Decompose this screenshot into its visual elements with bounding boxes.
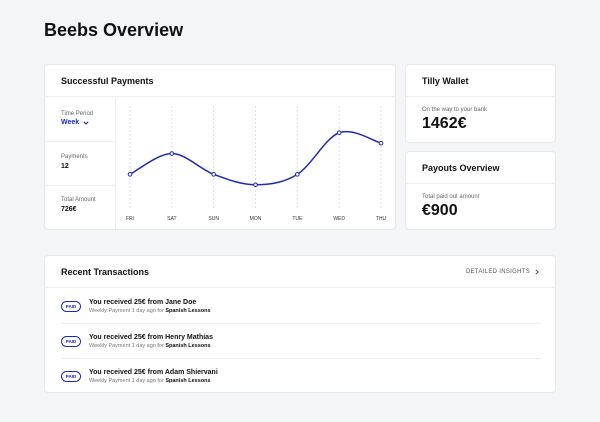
chevron-down-icon [83, 120, 89, 125]
time-period-value: Week [61, 119, 80, 126]
detailed-insights-link[interactable]: DETAILED INSIGHTS [466, 269, 539, 275]
transaction-title: You received 25€ from Adam Shiervani [89, 368, 218, 376]
course-name: Spanish Lessons [165, 377, 211, 384]
time-period-dropdown[interactable]: Week [61, 119, 115, 126]
wallet-card-title: Tilly Wallet [406, 65, 555, 97]
divider [45, 141, 115, 142]
detailed-insights-label: DETAILED INSIGHTS [466, 268, 530, 275]
transaction-row[interactable]: PAID You received 25€ from Adam Shiervan… [61, 359, 541, 393]
x-tick-label: WED [333, 216, 345, 222]
divider [45, 185, 115, 186]
transactions-card-title: Recent Transactions [61, 266, 150, 277]
time-period-selector[interactable]: Time Period Week [45, 111, 115, 126]
payouts-label: Total paid out amount [422, 194, 480, 200]
transaction-title: You received 25€ from Jane Doe [89, 298, 197, 306]
chart-point [169, 151, 175, 156]
paid-badge: PAID [61, 335, 81, 347]
payouts-card-title: Payouts Overview [406, 152, 555, 184]
chart-point [336, 130, 342, 136]
payments-card: Successful Payments Time Period Week Pay… [44, 64, 396, 231]
x-tick-label: THU [376, 216, 387, 222]
chart-point [253, 182, 258, 188]
total-amount-stat: Total Amount 726€ [45, 197, 115, 213]
total-amount-label: Total Amount [61, 197, 96, 203]
x-tick-label: MON [250, 216, 262, 222]
chevron-right-icon [535, 268, 539, 275]
course-name: Spanish Lessons [165, 307, 211, 314]
payouts-card: Payouts Overview Total paid out amount €… [405, 151, 556, 230]
wallet-value: 1462€ [422, 115, 467, 132]
wallet-card: Tilly Wallet On the way to your bank 146… [405, 64, 556, 143]
payments-count-stat: Payments 12 [45, 154, 115, 170]
payments-card-title: Successful Payments [45, 65, 395, 97]
payments-count-label: Payments [61, 154, 88, 160]
payouts-value: €900 [422, 202, 458, 219]
chart-point [211, 172, 216, 177]
paid-badge: PAID [61, 300, 81, 312]
transaction-title: You received 25€ from Henry Mathias [89, 333, 213, 341]
x-tick-label: TUE [292, 216, 303, 222]
chart-point [295, 172, 300, 177]
chart-point [378, 140, 384, 146]
transaction-subtitle: Weekly Payment 1 day ago for Spanish Les… [89, 307, 211, 314]
transaction-subtitle: Weekly Payment 1 day ago for Spanish Les… [89, 377, 211, 384]
time-period-label: Time Period [61, 111, 94, 117]
transaction-row[interactable]: PAID You received 25€ from Jane Doe Week… [61, 289, 541, 323]
x-tick-label: FRI [126, 216, 134, 222]
x-tick-label: SUN [208, 216, 219, 222]
page-title: Beebs Overview [44, 20, 184, 40]
chart-point [127, 172, 133, 177]
transaction-subtitle: Weekly Payment 1 day ago for Spanish Les… [89, 342, 211, 349]
x-tick-label: SAT [167, 216, 176, 222]
payments-line-chart: FRI SAT SUN MON TUE WED THU [126, 106, 387, 222]
transactions-card: Recent Transactions DETAILED INSIGHTS PA… [44, 255, 556, 393]
paid-badge: PAID [61, 370, 81, 382]
wallet-label: On the way to your bank [422, 107, 488, 113]
total-amount-value: 726€ [61, 206, 77, 213]
transaction-row[interactable]: PAID You received 25€ from Henry Mathias… [61, 324, 541, 358]
course-name: Spanish Lessons [165, 342, 211, 349]
payments-count-value: 12 [61, 163, 69, 170]
